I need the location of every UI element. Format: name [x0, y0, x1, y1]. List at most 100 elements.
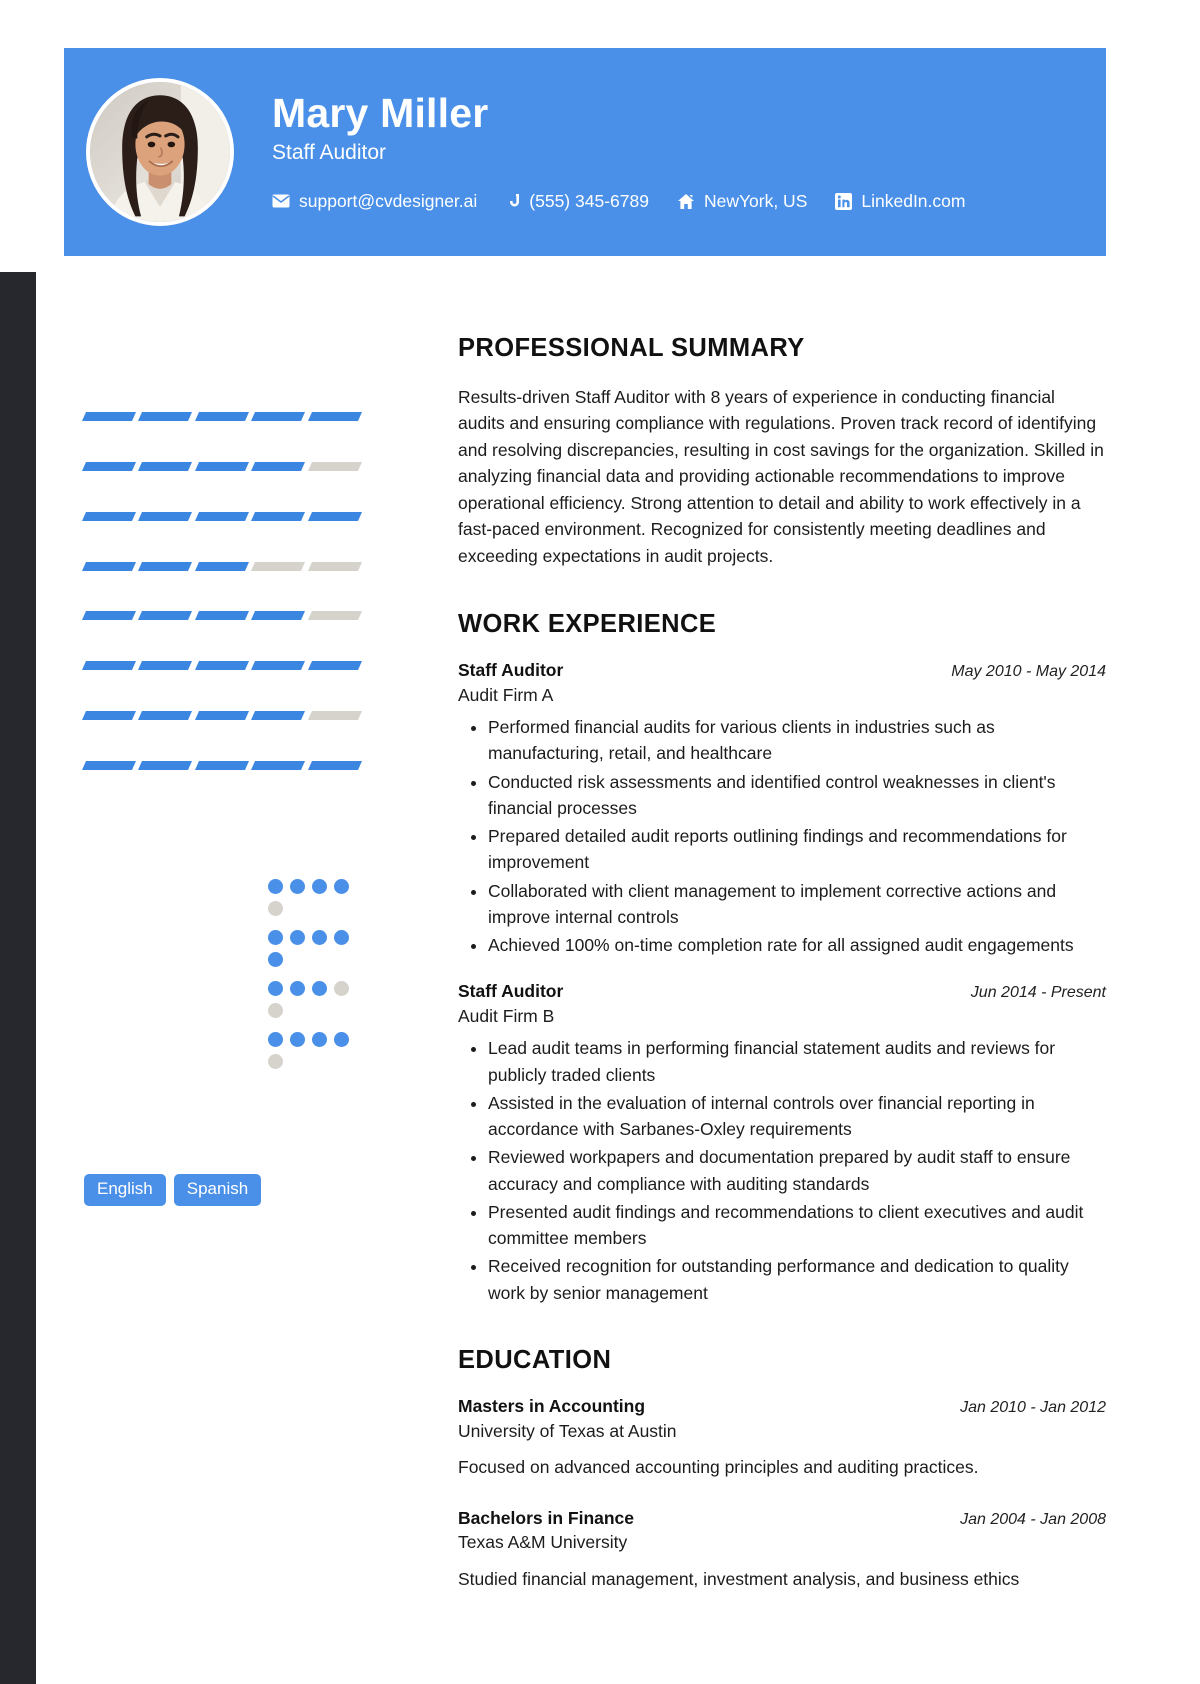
contact-phone-text: (555) 345-6789: [529, 190, 649, 211]
contact-linkedin[interactable]: LinkedIn.com: [835, 191, 965, 212]
skill-row: Attention to detail: [81, 732, 363, 770]
experience-entry-header: Staff Auditor May 2010 - May 2014: [458, 659, 1106, 683]
skill-row: Teamwork: [81, 582, 363, 621]
skill-bar-segment: [81, 761, 137, 770]
list-item: Conducted risk assessments and identifie…: [488, 769, 1106, 822]
rating-dot: [290, 930, 305, 945]
experience-bullet-list: Performed financial audits for various c…: [458, 714, 1106, 958]
main-column: PROFESSIONAL SUMMARY Results-driven Staf…: [422, 302, 1106, 1618]
resume-page: Mary Miller Staff Auditor support@cvdesi…: [0, 0, 1200, 1684]
skill-bar-segment: [81, 561, 137, 571]
skill-label: Problem-solving: [84, 632, 210, 653]
rating-dot: [268, 901, 283, 916]
skill-label: Communication: [84, 532, 206, 553]
skill-bar-segment: [194, 761, 250, 770]
education-degree: Masters in Accounting: [458, 1396, 646, 1417]
experience-date-range: Jun 2014 - Present: [970, 984, 1106, 1002]
rating-dot: [312, 1032, 327, 1047]
rating-dot: [268, 1003, 283, 1018]
language-badge[interactable]: English: [84, 1174, 166, 1206]
skill-row: Communication: [81, 532, 363, 571]
skill-row: Problem-solving: [81, 632, 363, 671]
skill-bar-segment: [138, 561, 193, 571]
skill-bar-segment: [194, 561, 250, 571]
skill-bar-segment: [251, 661, 306, 671]
skill-label: Teamwork: [84, 582, 164, 603]
skill-bar-segment: [307, 411, 363, 421]
linkedin-icon: [835, 192, 853, 210]
skill-level-bar: [81, 461, 363, 471]
education-entry-header: Bachelors in Finance Jan 2004 - Jan 2008: [458, 1507, 1106, 1531]
resume-header: Mary Miller Staff Auditor support@cvdesi…: [64, 48, 1106, 256]
skill-label: Auditing: [84, 383, 148, 403]
skill-bar-segment: [307, 711, 363, 721]
skill-row: Analysis: [81, 482, 363, 521]
skill-bar-segment: [138, 761, 193, 770]
soft-skills-heading: SOFT SKILLS: [84, 820, 267, 850]
skill-row: Auditing: [81, 383, 363, 421]
skill-label: Analysis: [84, 482, 150, 503]
skill-bar-segment: [194, 411, 250, 421]
skill-bar-segment: [251, 611, 306, 621]
experience-entry: Staff Auditor May 2010 - May 2014 Audit Fi…: [458, 659, 1106, 958]
skills-heading: SKILLS: [84, 328, 184, 358]
rating-dot: [268, 952, 283, 967]
experience-date-range: May 2010 - May 2014: [951, 663, 1106, 681]
skill-bar-segment: [251, 761, 306, 770]
soft-skill-rating: [268, 926, 360, 967]
education-description: Focused on advanced accounting principle…: [458, 1457, 979, 1478]
skill-bar-segment: [251, 461, 306, 471]
skill-bar-segment: [81, 511, 137, 521]
skill-row: Time management: [81, 682, 363, 721]
list-item: Collaborated with client management to i…: [488, 878, 1106, 931]
skill-label: Accounting: [84, 432, 171, 453]
rating-dot: [268, 1032, 283, 1047]
contact-location[interactable]: NewYork, US: [677, 191, 807, 212]
soft-skill-label: Analytical Thinking: [84, 877, 230, 897]
education-heading: EDUCATION: [458, 1345, 612, 1374]
experience-company: Audit Firm A: [458, 684, 554, 705]
soft-skills-list: Analytical Thinking Attention to Detail Ti…: [84, 875, 360, 1069]
skill-bar-segment: [251, 511, 306, 521]
education-entry: Masters in Accounting Jan 2010 - Jan 2012…: [458, 1395, 1106, 1498]
experience-entry: Staff Auditor Jun 2014 - Present Audit Fir…: [458, 980, 1106, 1306]
skill-bar-segment: [138, 661, 193, 671]
contact-email[interactable]: support@cvdesigner.ai: [272, 191, 477, 212]
rating-dot: [334, 879, 349, 894]
rating-dot: [268, 930, 283, 945]
list-item: Achieved 100% on-time completion rate fo…: [488, 932, 1106, 958]
soft-skill-label: Problem Solving: [84, 1030, 212, 1050]
skill-level-bar: [81, 711, 363, 721]
job-title: Staff Auditor: [272, 141, 387, 165]
rating-dot: [312, 879, 327, 894]
rating-dot: [334, 981, 349, 996]
rating-dot: [312, 981, 327, 996]
rating-dot: [290, 1032, 305, 1047]
education-date-range: Jan 2004 - Jan 2008: [960, 1510, 1106, 1528]
skill-bar-segment: [81, 411, 137, 421]
education-degree: Bachelors in Finance: [458, 1507, 635, 1528]
experience-job-title: Staff Auditor: [458, 981, 564, 1002]
language-badge[interactable]: Spanish: [173, 1174, 262, 1206]
skill-bar-segment: [251, 411, 306, 421]
skill-level-bar: [81, 611, 363, 621]
skill-level-bar: [81, 561, 363, 571]
education-entry-header: Masters in Accounting Jan 2010 - Jan 2012: [458, 1395, 1106, 1419]
skill-bar-segment: [138, 511, 193, 521]
resume-sheet: Mary Miller Staff Auditor support@cvdesi…: [36, 30, 1106, 1684]
contact-linkedin-text: LinkedIn.com: [861, 190, 966, 211]
experience-entry-header: Staff Auditor Jun 2014 - Present: [458, 980, 1106, 1004]
skill-bar-segment: [138, 711, 193, 721]
soft-skill-row: Time Management: [84, 977, 360, 1018]
education-list: Masters in Accounting Jan 2010 - Jan 2012…: [458, 1395, 1106, 1610]
skill-bar-segment: [307, 561, 363, 571]
rating-dot: [312, 930, 327, 945]
list-item: Reviewed workpapers and documentation pr…: [488, 1144, 1106, 1197]
skill-bar-segment: [307, 661, 363, 671]
skill-bar-segment: [138, 411, 193, 421]
contact-phone[interactable]: (555) 345-6789: [505, 191, 649, 212]
soft-skill-row: Attention to Detail: [84, 926, 360, 967]
skill-bar-segment: [251, 561, 306, 571]
skill-level-bar: [81, 661, 363, 671]
rating-dot: [334, 930, 349, 945]
